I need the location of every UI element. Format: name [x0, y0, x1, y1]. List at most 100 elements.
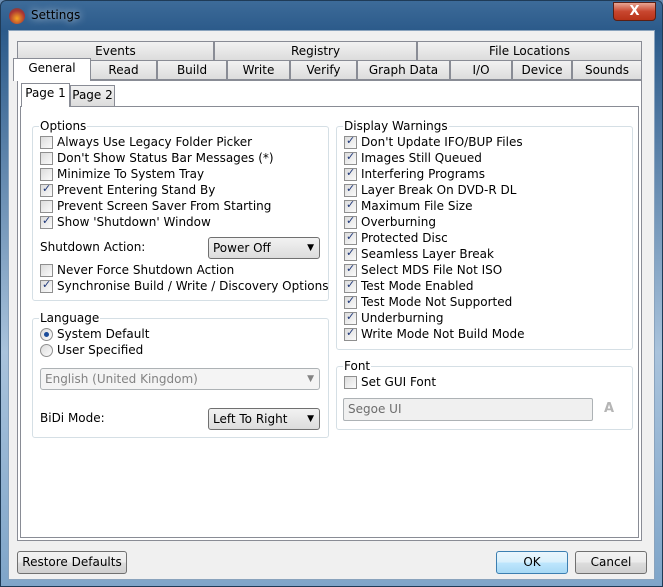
checkbox[interactable] [40, 214, 53, 229]
checkbox-label: Write Mode Not Build Mode [361, 327, 525, 341]
bidi-mode-select[interactable]: Left To Right ▼ [208, 408, 320, 430]
option-checkbox[interactable]: Prevent Screen Saver From Starting [40, 199, 271, 213]
option-checkbox[interactable]: Synchronise Build / Write / Discovery Op… [40, 278, 329, 293]
language-value: English (United Kingdom) [45, 372, 198, 386]
font-input[interactable]: Segoe UI [343, 398, 593, 421]
radio-label: User Specified [57, 343, 144, 357]
warning-checkbox[interactable]: Write Mode Not Build Mode [344, 326, 525, 341]
tab-verify[interactable]: Verify [290, 60, 357, 80]
checkbox[interactable] [40, 151, 53, 165]
checkbox[interactable] [344, 166, 357, 181]
language-radio[interactable]: User Specified [40, 343, 143, 357]
option-checkbox[interactable]: Don't Show Status Bar Messages (*) [40, 151, 274, 165]
ok-button[interactable]: OK [496, 551, 568, 574]
window-title: Settings [31, 8, 81, 22]
checkbox-label: Don't Update IFO/BUP Files [361, 135, 523, 149]
checkbox[interactable] [40, 182, 53, 197]
checkbox[interactable] [40, 263, 53, 277]
warning-checkbox[interactable]: Images Still Queued [344, 150, 482, 165]
option-checkbox[interactable]: Always Use Legacy Folder Picker [40, 135, 252, 149]
tab-device[interactable]: Device [512, 60, 572, 80]
warning-checkbox[interactable]: Test Mode Not Supported [344, 294, 513, 309]
checkbox-label: Minimize To System Tray [57, 167, 205, 181]
app-icon [9, 8, 25, 24]
warning-checkbox[interactable]: Don't Update IFO/BUP Files [344, 134, 523, 149]
checkbox[interactable] [344, 294, 357, 309]
tab-write[interactable]: Write [227, 60, 290, 80]
checkbox[interactable] [344, 375, 357, 389]
font-icon[interactable]: A [604, 401, 614, 416]
warning-checkbox[interactable]: Test Mode Enabled [344, 278, 474, 293]
warning-checkbox[interactable]: Seamless Layer Break [344, 246, 494, 261]
set-gui-font-checkbox[interactable]: Set GUI Font [344, 375, 436, 389]
option-checkbox[interactable]: Minimize To System Tray [40, 167, 204, 181]
warning-checkbox[interactable]: Interfering Programs [344, 166, 485, 181]
checkbox-label: Synchronise Build / Write / Discovery Op… [57, 279, 329, 293]
shutdown-action-value: Power Off [213, 241, 271, 255]
font-title: Font [343, 359, 372, 373]
radio[interactable] [40, 343, 53, 357]
checkbox-label: Show 'Shutdown' Window [57, 215, 211, 229]
chevron-down-icon: ▼ [307, 414, 314, 424]
warning-checkbox[interactable]: Protected Disc [344, 230, 448, 245]
language-select[interactable]: English (United Kingdom) ▼ [40, 368, 320, 390]
checkbox-label: Test Mode Not Supported [361, 295, 513, 309]
restore-defaults-button[interactable]: Restore Defaults [17, 551, 127, 574]
subtab-page-2[interactable]: Page 2 [70, 85, 115, 107]
checkbox-label: Test Mode Enabled [361, 279, 474, 293]
checkbox[interactable] [344, 326, 357, 341]
checkbox[interactable] [344, 198, 357, 213]
option-checkbox[interactable]: Show 'Shutdown' Window [40, 214, 211, 229]
checkbox-label: Always Use Legacy Folder Picker [57, 135, 253, 149]
tab-general[interactable]: General [13, 58, 91, 81]
checkbox-label: Protected Disc [361, 231, 448, 245]
checkbox[interactable] [40, 135, 53, 149]
checkbox[interactable] [40, 167, 53, 181]
checkbox[interactable] [344, 230, 357, 245]
tab-build[interactable]: Build [157, 60, 227, 80]
checkbox[interactable] [344, 150, 357, 165]
shutdown-action-select[interactable]: Power Off ▼ [208, 237, 320, 259]
warning-checkbox[interactable]: Maximum File Size [344, 198, 473, 213]
checkbox[interactable] [344, 310, 357, 325]
checkbox-label: Maximum File Size [361, 199, 473, 213]
checkbox[interactable] [344, 246, 357, 261]
warning-checkbox[interactable]: Layer Break On DVD-R DL [344, 182, 517, 197]
checkbox-label: Don't Show Status Bar Messages (*) [57, 151, 274, 165]
radio[interactable] [40, 327, 53, 341]
checkbox[interactable] [40, 199, 53, 213]
warning-checkbox[interactable]: Overburning [344, 214, 436, 229]
tab-i-o[interactable]: I/O [450, 60, 512, 80]
checkbox[interactable] [344, 278, 357, 293]
tab-graph-data[interactable]: Graph Data [357, 60, 450, 80]
checkbox[interactable] [344, 262, 357, 277]
tab-read[interactable]: Read [90, 60, 157, 80]
option-checkbox[interactable]: Prevent Entering Stand By [40, 182, 216, 197]
chevron-down-icon: ▼ [307, 374, 314, 384]
checkbox[interactable] [344, 182, 357, 197]
warning-checkbox[interactable]: Select MDS File Not ISO [344, 262, 502, 277]
checkbox-label: Seamless Layer Break [361, 247, 494, 261]
bidi-mode-value: Left To Right [213, 412, 288, 426]
checkbox-label: Interfering Programs [361, 167, 485, 181]
tab-file-locations[interactable]: File Locations [417, 41, 642, 61]
tab-registry[interactable]: Registry [214, 41, 417, 61]
checkbox[interactable] [344, 214, 357, 229]
checkbox-label: Prevent Entering Stand By [57, 183, 216, 197]
checkbox[interactable] [344, 134, 357, 149]
close-button[interactable]: X [613, 2, 656, 21]
subtab-page-1[interactable]: Page 1 [21, 83, 70, 107]
language-title: Language [39, 311, 101, 325]
warning-checkbox[interactable]: Underburning [344, 310, 444, 325]
cancel-button[interactable]: Cancel [575, 551, 647, 574]
display-warnings-title: Display Warnings [343, 119, 449, 133]
option-checkbox[interactable]: Never Force Shutdown Action [40, 263, 234, 277]
checkbox-label: Overburning [361, 215, 436, 229]
language-radio[interactable]: System Default [40, 327, 149, 341]
checkbox-label: Layer Break On DVD-R DL [361, 183, 517, 197]
checkbox-label: Prevent Screen Saver From Starting [57, 199, 272, 213]
checkbox[interactable] [40, 278, 53, 293]
checkbox-label: Images Still Queued [361, 151, 482, 165]
tab-sounds[interactable]: Sounds [572, 60, 642, 80]
checkbox-label: Underburning [361, 311, 444, 325]
